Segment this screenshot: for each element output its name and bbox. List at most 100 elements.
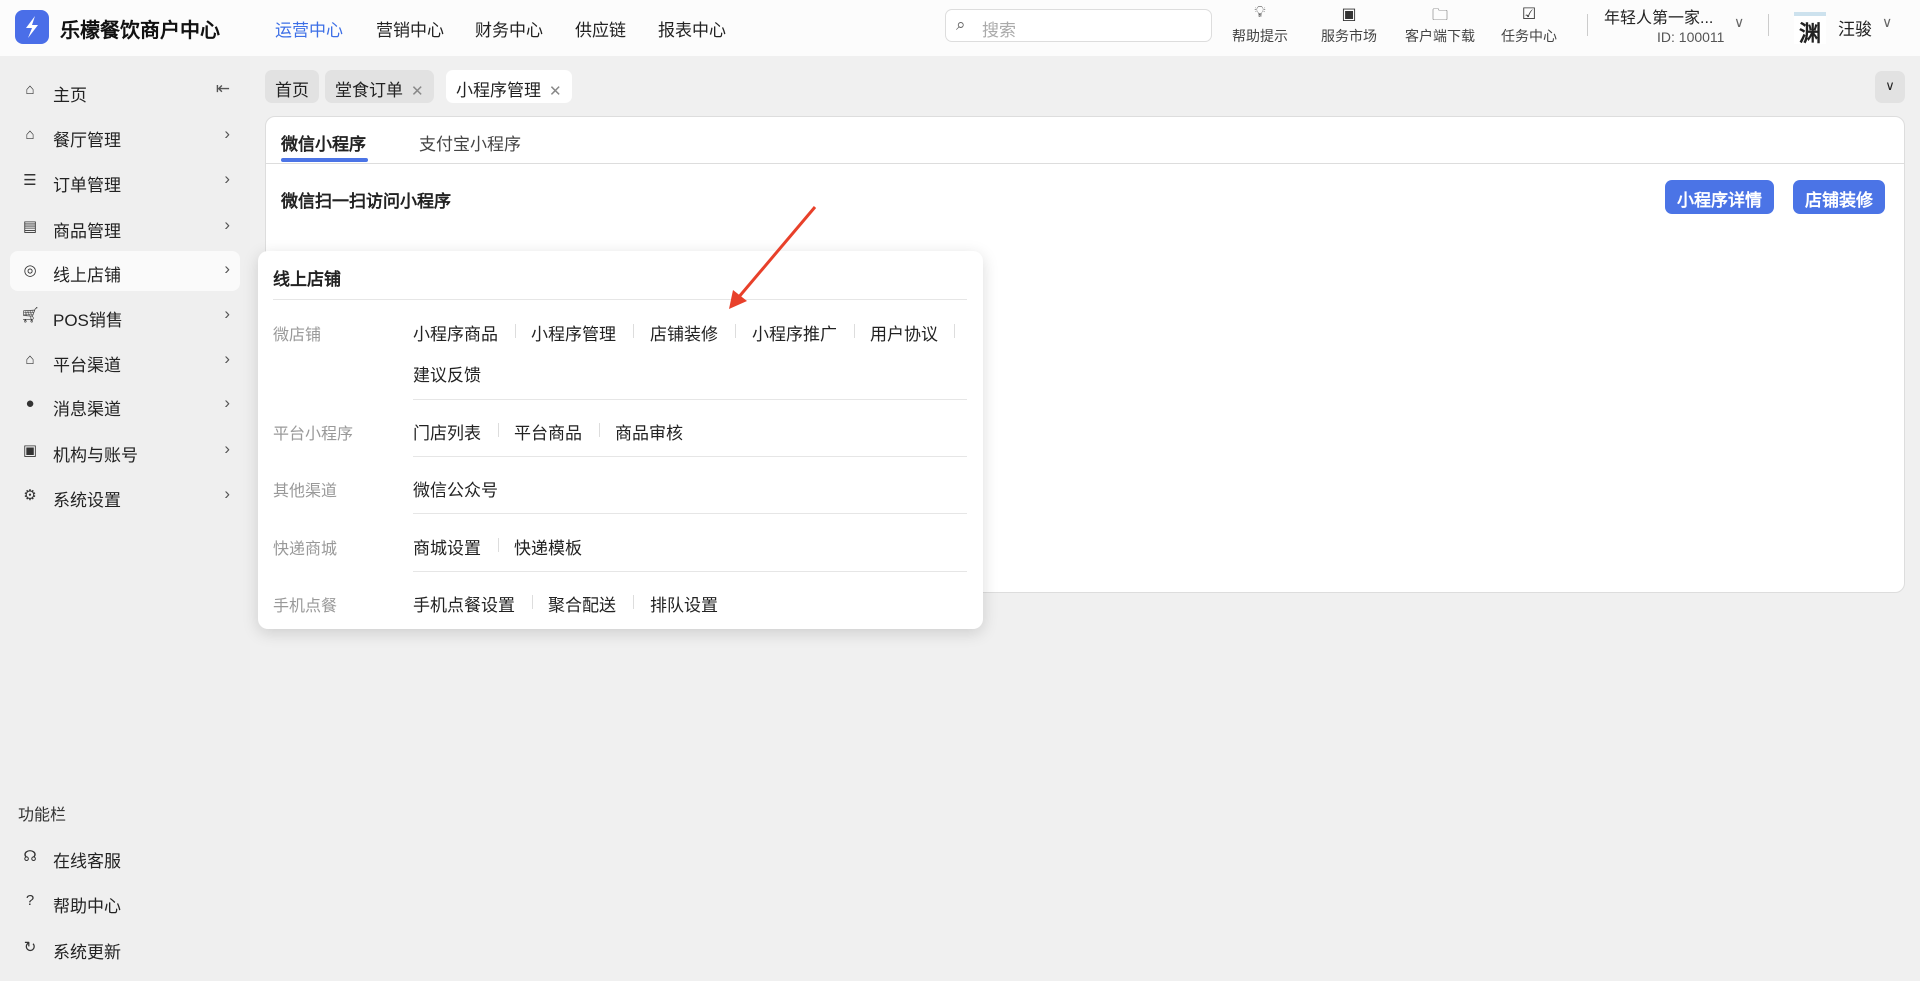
close-icon[interactable]: ✕ xyxy=(411,83,424,100)
link-miniprogram-promotion[interactable]: 小程序推广 xyxy=(752,320,837,345)
sidebar-item-home[interactable]: ⌂ 主页 ⇤ xyxy=(10,71,240,111)
sidebar-item-message-channels[interactable]: ● 消息渠道 › xyxy=(10,385,240,425)
id-card-icon: ▣ xyxy=(22,442,38,459)
link-platform-products[interactable]: 平台商品 xyxy=(514,419,582,444)
nav-marketing[interactable]: 营销中心 xyxy=(376,16,444,41)
tab-home[interactable]: 首页 xyxy=(265,70,319,103)
link-product-review[interactable]: 商品审核 xyxy=(615,419,683,444)
chevron-down-icon[interactable]: ∨ xyxy=(1734,14,1744,31)
globe-icon: ◎ xyxy=(23,262,37,279)
link-shipping-templates[interactable]: 快递模板 xyxy=(514,534,582,559)
sidebar-item-pos-sales[interactable]: 🛒︎ POS销售 › xyxy=(10,296,240,336)
group-label: 手机点餐 xyxy=(273,598,338,615)
tab-alipay-miniprogram[interactable]: 支付宝小程序 xyxy=(419,130,521,155)
sidebar-item-label: 消息渠道 xyxy=(53,400,121,419)
store-decoration-button[interactable]: 店铺装修 xyxy=(1793,180,1885,214)
link-mall-settings[interactable]: 商城设置 xyxy=(413,534,481,559)
divider xyxy=(1768,14,1769,36)
store-id: ID: 100011 xyxy=(1657,29,1725,45)
tab-label: 堂食订单 xyxy=(335,81,403,100)
order-icon: ☰ xyxy=(23,172,37,189)
brand-name: 乐檬餐饮商户中心 xyxy=(60,20,220,42)
avatar[interactable]: 渊 xyxy=(1794,12,1826,46)
link-feedback[interactable]: 建议反馈 xyxy=(413,361,481,386)
question-icon: ? xyxy=(25,892,35,909)
nav-reports[interactable]: 报表中心 xyxy=(658,16,726,41)
link-store-list[interactable]: 门店列表 xyxy=(413,419,481,444)
separator xyxy=(515,324,516,338)
sidebar-item-orders[interactable]: ☰ 订单管理 › xyxy=(10,161,240,201)
link-user-agreement[interactable]: 用户协议 xyxy=(870,320,938,345)
link-miniprogram-products[interactable]: 小程序商品 xyxy=(413,320,498,345)
separator xyxy=(633,595,634,609)
tab-dine-in-orders[interactable]: 堂食订单 ✕ xyxy=(325,70,434,103)
group-label: 平台小程序 xyxy=(273,426,354,443)
task-center-label: 任务中心 xyxy=(1501,28,1557,44)
collapse-sidebar-icon[interactable]: ⇤ xyxy=(216,79,230,99)
nav-supply-chain[interactable]: 供应链 xyxy=(575,16,626,41)
sidebar-item-platform-channels[interactable]: ⌂ 平台渠道 › xyxy=(10,341,240,381)
divider xyxy=(1587,14,1588,36)
sidebar-item-org-accounts[interactable]: ▣ 机构与账号 › xyxy=(10,431,240,471)
tabs-dropdown-button[interactable]: ∨ xyxy=(1875,71,1905,103)
chevron-right-icon: › xyxy=(224,124,230,143)
online-support[interactable]: ☊ 在线客服 xyxy=(10,837,240,877)
system-update[interactable]: ↻ 系统更新 xyxy=(10,928,240,968)
chevron-right-icon: › xyxy=(224,259,230,278)
divider xyxy=(413,513,967,514)
chevron-right-icon: › xyxy=(224,215,230,234)
active-tab-indicator xyxy=(281,158,368,162)
section-title: 微信扫一扫访问小程序 xyxy=(281,192,451,211)
link-aggregated-delivery[interactable]: 聚合配送 xyxy=(548,591,616,616)
help-center[interactable]: ? 帮助中心 xyxy=(10,882,240,922)
sidebar-item-label: 线上店铺 xyxy=(53,266,121,285)
service-market-button[interactable]: ▣ 服务市场 xyxy=(1304,4,1394,46)
link-store-decoration[interactable]: 店铺装修 xyxy=(650,320,718,345)
sidebar-item-label: 平台渠道 xyxy=(53,356,121,375)
sidebar-item-online-store[interactable]: ◎ 线上店铺 › xyxy=(10,251,240,291)
link-queue-settings[interactable]: 排队设置 xyxy=(650,591,718,616)
help-tips-button[interactable]: 💡︎ 帮助提示 xyxy=(1215,4,1305,46)
client-download-button[interactable]: 🗀︎ 客户端下载 xyxy=(1395,4,1485,46)
divider xyxy=(413,399,967,400)
nav-operations[interactable]: 运营中心 xyxy=(275,16,343,41)
nav-finance[interactable]: 财务中心 xyxy=(475,16,543,41)
refresh-icon: ↻ xyxy=(23,939,37,956)
task-center-button[interactable]: ☑ 任务中心 xyxy=(1484,4,1574,46)
home-icon: ⌂ xyxy=(25,81,35,98)
service-market-label: 服务市场 xyxy=(1321,28,1377,44)
chevron-right-icon: › xyxy=(224,439,230,458)
sidebar-item-products[interactable]: ▤ 商品管理 › xyxy=(10,207,240,247)
link-miniprogram-management[interactable]: 小程序管理 xyxy=(531,320,616,345)
store-name[interactable]: 年轻人第一家... xyxy=(1604,4,1713,28)
sidebar-item-label: 主页 xyxy=(53,86,87,105)
cart-icon: 🛒︎ xyxy=(20,307,40,324)
link-wechat-official-account[interactable]: 微信公众号 xyxy=(413,476,498,501)
sidebar-item-label: 系统更新 xyxy=(53,943,121,962)
box-icon: ▤ xyxy=(22,218,38,235)
bag-icon: ▣ xyxy=(1341,6,1357,23)
tab-label: 首页 xyxy=(275,81,309,100)
sidebar-item-system-settings[interactable]: ⚙ 系统设置 › xyxy=(10,476,240,516)
divider xyxy=(266,163,1904,164)
close-icon[interactable]: ✕ xyxy=(549,83,562,100)
chevron-right-icon: › xyxy=(224,393,230,412)
tab-label: 小程序管理 xyxy=(456,81,541,100)
search-icon: ⌕ xyxy=(956,15,966,34)
sidebar-item-label: 系统设置 xyxy=(53,491,121,510)
sidebar-item-restaurant[interactable]: ⌂ 餐厅管理 › xyxy=(10,116,240,156)
search-input[interactable]: ⌕ 搜索 xyxy=(945,9,1212,42)
chevron-right-icon: › xyxy=(224,349,230,368)
chevron-down-icon[interactable]: ∨ xyxy=(1882,14,1892,31)
lightbulb-icon: 💡︎ xyxy=(1254,4,1266,21)
tab-wechat-miniprogram[interactable]: 微信小程序 xyxy=(281,130,366,155)
link-mobile-ordering-settings[interactable]: 手机点餐设置 xyxy=(413,591,515,616)
bank-icon: ⌂ xyxy=(25,351,35,368)
miniprogram-details-button[interactable]: 小程序详情 xyxy=(1665,180,1774,214)
tab-miniprogram-management[interactable]: 小程序管理 ✕ xyxy=(446,70,572,103)
user-name[interactable]: 汪骏 xyxy=(1838,15,1872,40)
divider xyxy=(413,456,967,457)
chevron-right-icon: › xyxy=(224,484,230,503)
gear-icon: ⚙ xyxy=(23,487,37,504)
folder-download-icon: 🗀︎ xyxy=(1431,7,1448,24)
